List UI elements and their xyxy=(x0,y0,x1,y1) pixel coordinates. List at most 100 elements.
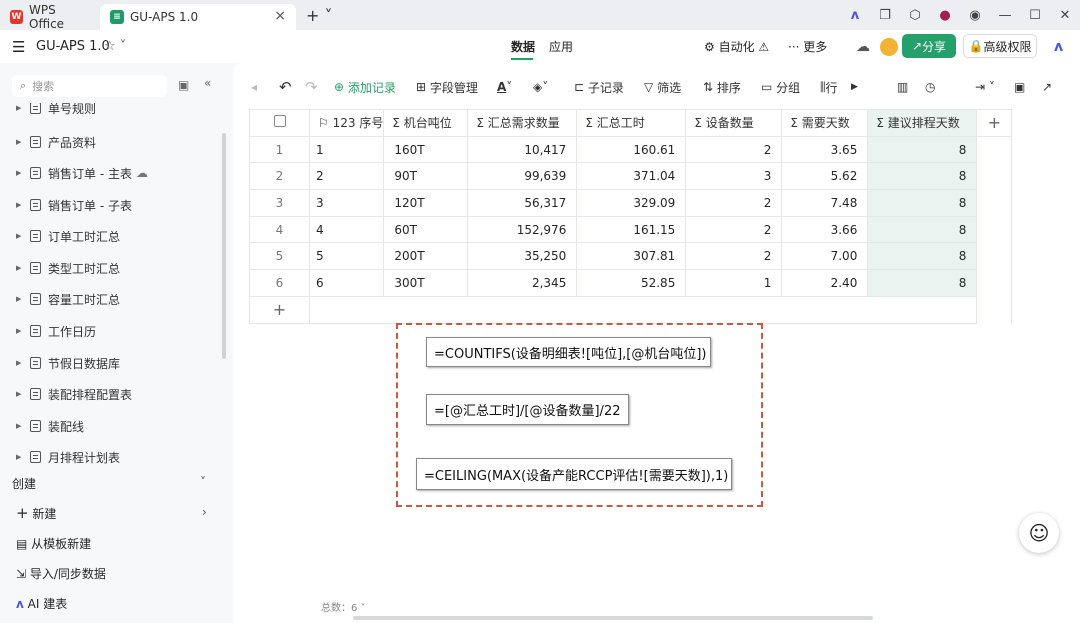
toolbar-more-icon[interactable]: ▶ xyxy=(851,82,858,92)
expand-icon[interactable]: ▶ xyxy=(16,295,21,303)
cell-seq[interactable]: 2 xyxy=(308,162,385,191)
expand-icon[interactable]: ▶ xyxy=(16,390,21,398)
sidebar-item-单号规则[interactable]: ▶ 单号规则 xyxy=(0,103,225,121)
menu-icon[interactable]: ☰ xyxy=(12,38,25,56)
sidebar-item-销售订单子表[interactable]: ▶ 销售订单 - 子表 xyxy=(0,192,225,218)
row-height-button[interactable]: ⫼ 行 xyxy=(820,79,844,96)
group-button[interactable]: ▭ 分组 xyxy=(761,79,800,96)
record-count[interactable]: 总数：6 ˅ xyxy=(321,599,366,614)
col-header-hours[interactable]: Σ 汇总工时 xyxy=(576,109,687,137)
cell-suggested-days[interactable]: 8 xyxy=(867,135,978,164)
col-header-demand[interactable]: Σ 汇总需求数量 xyxy=(467,109,578,137)
cell-equipment[interactable]: 2 xyxy=(685,215,783,244)
sidebar-item-订单工时汇总[interactable]: ▶ 订单工时汇总 xyxy=(0,223,225,249)
new-tab-icon[interactable]: + ˅ xyxy=(306,6,333,25)
chevron-right-icon[interactable]: › xyxy=(202,505,207,519)
cell-seq[interactable]: 4 xyxy=(308,215,385,244)
sub-record-button[interactable]: ⊏ 子记录 xyxy=(574,79,624,96)
cell-hours[interactable]: 307.81 xyxy=(576,242,687,271)
cell-equipment[interactable]: 1 xyxy=(685,269,783,297)
avatar[interactable] xyxy=(880,38,898,56)
new-button[interactable]: + 新建 xyxy=(16,504,56,522)
chevron-down-icon[interactable]: ˅ xyxy=(200,475,206,489)
cell-suggested-days[interactable]: 8 xyxy=(867,242,978,271)
table-row[interactable]: 3 3 120T 56,317 329.09 2 7.48 8 xyxy=(249,189,1013,217)
nav-data[interactable]: 数据 xyxy=(511,38,535,55)
new-from-template-button[interactable]: ▤ 从模板新建 xyxy=(16,535,91,552)
cell-days[interactable]: 7.48 xyxy=(781,189,869,217)
table-row[interactable]: 5 5 200T 35,250 307.81 2 7.00 8 xyxy=(249,242,1013,271)
cell-demand[interactable]: 2,345 xyxy=(467,269,578,297)
cell-equipment[interactable]: 3 xyxy=(685,162,783,191)
cell-hours[interactable]: 371.04 xyxy=(576,162,687,191)
restore-icon[interactable]: ❐ xyxy=(870,8,900,23)
redo-icon[interactable]: ↷ xyxy=(305,78,318,96)
table-row[interactable]: 6 6 300T 2,345 52.85 1 2.40 8 xyxy=(249,269,1013,297)
cell-hours[interactable]: 161.15 xyxy=(576,215,687,244)
cell-equipment[interactable]: 2 xyxy=(685,135,783,164)
add-row-button[interactable]: + xyxy=(249,295,310,324)
cell-seq[interactable]: 5 xyxy=(308,242,385,271)
cell-days[interactable]: 3.65 xyxy=(781,135,869,164)
col-header-equipment[interactable]: Σ 设备数量 xyxy=(685,109,783,137)
cell-seq[interactable]: 1 xyxy=(308,135,385,164)
cell-equipment[interactable]: 2 xyxy=(685,189,783,217)
sidebar-item-类型工时汇总[interactable]: ▶ 类型工时汇总 xyxy=(0,255,225,281)
cell-suggested-days[interactable]: 8 xyxy=(867,215,978,244)
cell-hours[interactable]: 329.09 xyxy=(576,189,687,217)
cell-days[interactable]: 5.62 xyxy=(781,162,869,191)
cell-tonnage[interactable]: 60T xyxy=(383,215,469,244)
app-icon[interactable]: ● xyxy=(930,8,960,23)
cell-demand[interactable]: 56,317 xyxy=(467,189,578,217)
table-row[interactable]: 4 4 60T 152,976 161.15 2 3.66 8 xyxy=(249,215,1013,244)
automation-button[interactable]: ⚙ 自动化 ⚠ xyxy=(704,38,769,55)
cell-demand[interactable]: 152,976 xyxy=(467,215,578,244)
sort-button[interactable]: ⇅ 排序 xyxy=(703,79,741,96)
expand-icon[interactable]: ▶ xyxy=(16,327,21,335)
table-row[interactable]: 2 2 90T 99,639 371.04 3 5.62 8 xyxy=(249,162,1013,191)
cell-days[interactable]: 7.00 xyxy=(781,242,869,271)
undo-icon[interactable]: ↶ xyxy=(279,78,292,96)
select-all-checkbox[interactable] xyxy=(249,109,310,137)
cell-equipment[interactable]: 2 xyxy=(685,242,783,271)
expand-icon[interactable]: ▶ xyxy=(16,232,21,240)
cell-seq[interactable]: 3 xyxy=(308,189,385,217)
sidebar-item-产品资料[interactable]: ▶ 产品资料 xyxy=(0,129,225,155)
expand-icon[interactable]: ▶ xyxy=(16,422,21,430)
close-window-icon[interactable]: ✕ xyxy=(1050,8,1080,23)
cell-suggested-days[interactable]: 8 xyxy=(867,189,978,217)
col-header-tonnage[interactable]: Σ 机台吨位 xyxy=(383,109,469,137)
expand-icon[interactable]: ▶ xyxy=(16,169,21,177)
sidebar-item-节假日数据库[interactable]: ▶ 节假日数据库 xyxy=(0,350,225,376)
horizontal-scrollbar[interactable] xyxy=(353,616,873,620)
layout-icon[interactable]: ▥ xyxy=(897,80,908,94)
tab-gu-aps[interactable]: ≡ GU-APS 1.0 × xyxy=(100,4,296,30)
col-header-days[interactable]: Σ 需要天数 xyxy=(781,109,869,137)
cloud-icon[interactable]: ☁ xyxy=(856,39,870,55)
ai-logo-icon[interactable]: ʌ xyxy=(840,8,870,23)
assistant-avatar-icon[interactable]: ☺ xyxy=(1019,513,1059,553)
cell-tonnage[interactable]: 200T xyxy=(383,242,469,271)
expand-icon[interactable]: ▶ xyxy=(16,359,21,367)
collapse-sidebar-icon[interactable]: « xyxy=(204,76,211,90)
sidebar-item-月排程计划表[interactable]: ▶ 月排程计划表 xyxy=(0,444,225,470)
sidebar-item-装配排程配置表[interactable]: ▶ 装配排程配置表 xyxy=(0,381,225,407)
sidebar-item-装配线[interactable]: ▶ 装配线 xyxy=(0,413,225,439)
cell-demand[interactable]: 10,417 xyxy=(467,135,578,164)
avatar[interactable]: ◉ xyxy=(960,8,990,23)
expand-icon[interactable]: ▶ xyxy=(16,264,21,272)
close-icon[interactable]: × xyxy=(274,8,286,24)
maximize-icon[interactable]: ☐ xyxy=(1020,8,1050,23)
share-link-icon[interactable]: ↗ xyxy=(1042,80,1052,94)
sidebar-item-工作日历[interactable]: ▶ 工作日历 xyxy=(0,318,225,344)
scroll-left-icon[interactable]: ◂ xyxy=(251,80,257,94)
minimize-icon[interactable]: — xyxy=(990,8,1020,23)
cell-days[interactable]: 3.66 xyxy=(781,215,869,244)
cell-seq[interactable]: 6 xyxy=(308,269,385,297)
add-record-button[interactable]: ⊕ 添加记录 xyxy=(334,79,396,96)
cell-suggested-days[interactable]: 8 xyxy=(867,269,978,297)
cell-hours[interactable]: 52.85 xyxy=(576,269,687,297)
field-manage-button[interactable]: ⊞ 字段管理 xyxy=(416,79,478,96)
cube-icon[interactable]: ⬡ xyxy=(900,8,930,23)
col-header-seq[interactable]: ⚐ 123 序号 xyxy=(308,109,385,137)
